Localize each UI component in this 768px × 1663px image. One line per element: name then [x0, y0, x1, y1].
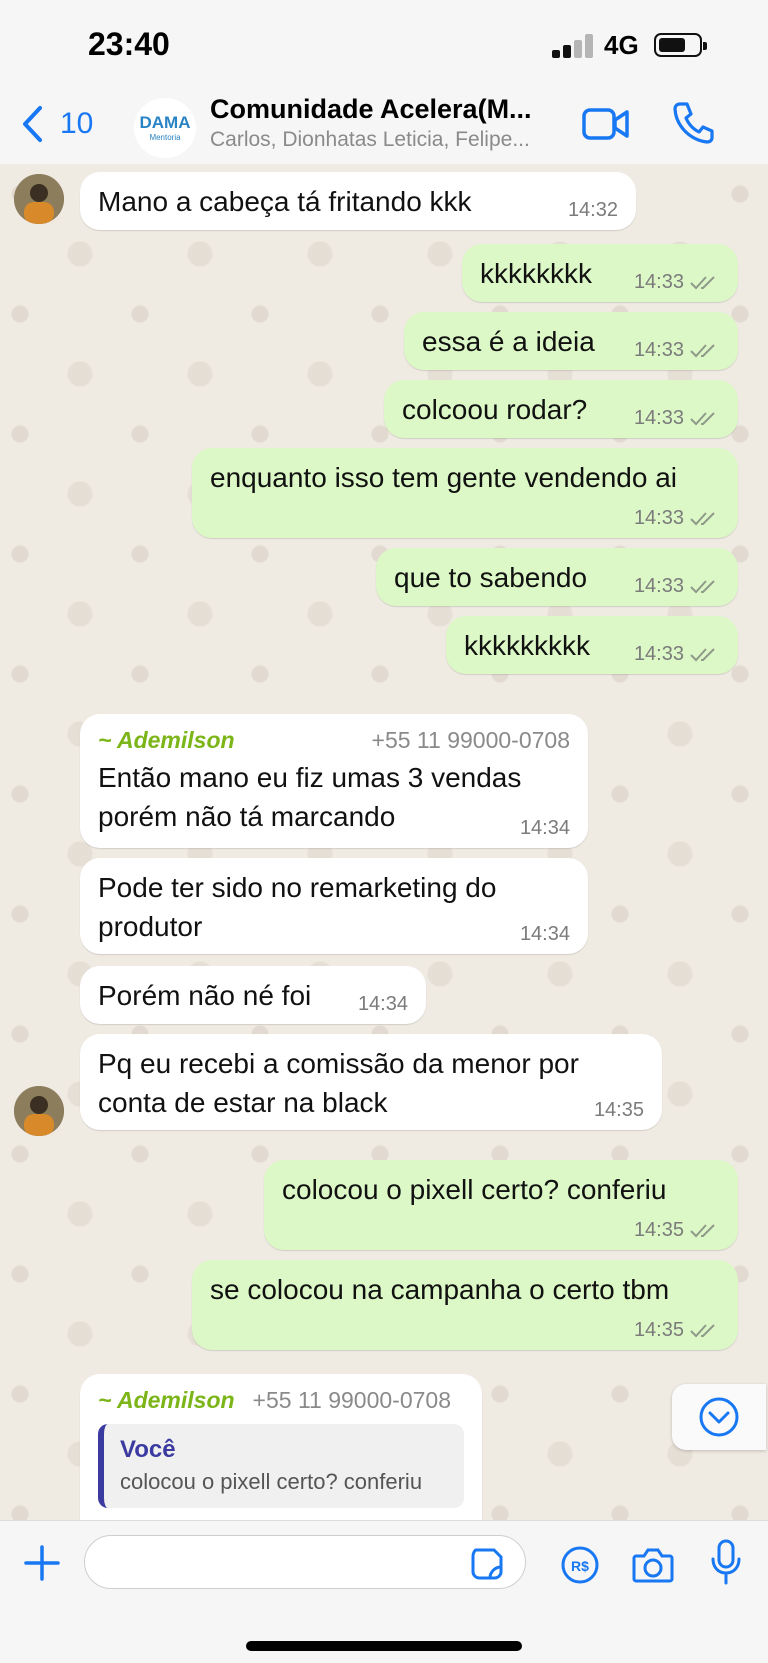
sender-name[interactable]: ~ Ademilson — [98, 724, 235, 756]
message-text: essa é a ideia — [422, 326, 595, 357]
home-indicator[interactable] — [246, 1641, 522, 1651]
quote-text: colocou o pixell certo? conferiu — [120, 1469, 423, 1494]
message-time: 14:35 — [593, 1099, 644, 1121]
avatar-logo-text: DAMA — [140, 113, 191, 132]
plus-icon — [24, 1545, 60, 1581]
message-bubble[interactable]: se colocou na campanha o certo tbm 14:35 — [192, 1260, 738, 1350]
svg-text:R$: R$ — [571, 1558, 589, 1574]
quoted-message[interactable]: Você colocou o pixell certo? conferiu — [98, 1424, 464, 1508]
chevron-down-icon — [699, 1397, 739, 1437]
message-text: kkkkkkkkk — [464, 630, 590, 661]
message-time: 14:33 — [633, 407, 684, 429]
video-call-button[interactable] — [582, 102, 630, 146]
message-bubble[interactable]: Mano a cabeça tá fritando kkk 14:32 — [80, 172, 636, 230]
avatar-logo-subtext: Mentoria — [149, 133, 181, 142]
message-bubble[interactable]: kkkkkkkk 14:33 — [462, 244, 738, 302]
avatar[interactable] — [14, 1086, 64, 1136]
message-time: 14:33 — [633, 507, 684, 529]
message-time: 14:32 — [567, 199, 618, 221]
message-text: enquanto isso tem gente vendendo ai — [210, 462, 678, 493]
message-text: Então mano eu fiz umas 3 vendas porém nã… — [98, 762, 522, 832]
message-bubble[interactable]: colocou o pixell certo? conferiu 14:35 — [264, 1160, 738, 1250]
microphone-icon — [711, 1539, 741, 1585]
payment-icon: R$ — [561, 1546, 599, 1584]
group-avatar[interactable]: DAMA Mentoria — [134, 98, 196, 158]
message-text: kkkkkkkk — [480, 258, 592, 289]
voice-call-button[interactable] — [672, 100, 714, 144]
double-check-icon — [690, 276, 715, 290]
message-text: Pq eu recebi a comissão da menor por con… — [98, 1048, 579, 1118]
message-bubble[interactable]: Pode ter sido no remarketing do produtor… — [80, 858, 588, 954]
chat-title[interactable]: Comunidade Acelera(M... — [210, 94, 565, 125]
message-bubble[interactable]: ~ Ademilson +55 11 99000-0708 Você coloc… — [80, 1374, 482, 1520]
message-bubble[interactable]: essa é a ideia 14:33 — [404, 312, 738, 370]
video-icon — [582, 108, 629, 140]
phone-icon — [673, 102, 714, 144]
message-text: Pode ter sido no remarketing do produtor — [98, 872, 497, 942]
network-type: 4G — [604, 30, 639, 60]
double-check-icon — [690, 1224, 715, 1238]
chat-participants[interactable]: Carlos, Dionhatas Leticia, Felipe... — [210, 128, 555, 152]
message-time: 14:34 — [357, 993, 408, 1015]
signal-icon — [552, 34, 594, 58]
microphone-button[interactable] — [710, 1539, 742, 1587]
chat-header: 10 DAMA Mentoria Comunidade Acelera(M...… — [0, 92, 768, 165]
message-input[interactable] — [84, 1535, 526, 1589]
double-check-icon — [690, 1324, 715, 1338]
message-text: se colocou na campanha o certo tbm — [210, 1274, 670, 1305]
avatar[interactable] — [14, 174, 64, 224]
back-button[interactable]: 10 — [20, 100, 93, 148]
double-check-icon — [690, 512, 715, 526]
status-bar: 23:40 4G — [0, 0, 768, 92]
double-check-icon — [690, 344, 715, 358]
camera-icon — [632, 1548, 674, 1583]
message-bubble[interactable]: enquanto isso tem gente vendendo ai 14:3… — [192, 448, 738, 538]
message-text: Mano a cabeça tá fritando kkk — [98, 186, 472, 217]
payment-button[interactable]: R$ — [560, 1545, 600, 1585]
message-time: 14:33 — [633, 575, 684, 597]
sticker-button[interactable] — [470, 1547, 504, 1581]
chat-area[interactable]: Mano a cabeça tá fritando kkk 14:32 kkkk… — [0, 164, 768, 1520]
message-bubble[interactable]: Pq eu recebi a comissão da menor por con… — [80, 1034, 662, 1130]
unread-count: 10 — [60, 107, 94, 140]
message-time: 14:35 — [633, 1219, 684, 1241]
message-bubble[interactable]: kkkkkkkkk 14:33 — [446, 616, 738, 674]
message-time: 14:34 — [519, 817, 570, 839]
double-check-icon — [690, 648, 715, 662]
chevron-left-icon — [23, 106, 42, 142]
message-text: colocou o pixell certo? conferiu — [282, 1174, 667, 1205]
sender-phone[interactable]: +55 11 99000-0708 — [253, 1384, 451, 1416]
sender-name[interactable]: ~ Ademilson — [98, 1384, 235, 1416]
quote-author: Você — [120, 1436, 176, 1463]
message-bubble[interactable]: Porém não né foi 14:34 — [80, 966, 426, 1024]
scroll-to-bottom-button[interactable] — [672, 1384, 766, 1450]
sender-phone[interactable]: +55 11 99000-0708 — [372, 724, 570, 756]
camera-button[interactable] — [632, 1545, 674, 1585]
double-check-icon — [690, 580, 715, 594]
message-time: 14:33 — [633, 339, 684, 361]
message-text: Porém não né foi — [98, 980, 312, 1011]
status-time: 23:40 — [88, 26, 170, 62]
message-time: 14:35 — [633, 1319, 684, 1341]
attach-button[interactable] — [20, 1541, 64, 1585]
message-bubble[interactable]: colcoou rodar? 14:33 — [384, 380, 738, 438]
battery-icon — [654, 33, 707, 57]
message-time: 14:33 — [633, 643, 684, 665]
message-text: colcoou rodar? — [402, 394, 588, 425]
message-time: 14:33 — [633, 271, 684, 293]
double-check-icon — [690, 412, 715, 426]
message-text: que to sabendo — [394, 562, 588, 593]
message-bubble[interactable]: ~ Ademilson +55 11 99000-0708 Então mano… — [80, 714, 588, 848]
message-bubble[interactable]: que to sabendo 14:33 — [376, 548, 738, 606]
sticker-icon — [471, 1548, 503, 1580]
composer-bar: R$ — [0, 1520, 768, 1663]
message-time: 14:34 — [519, 923, 570, 945]
